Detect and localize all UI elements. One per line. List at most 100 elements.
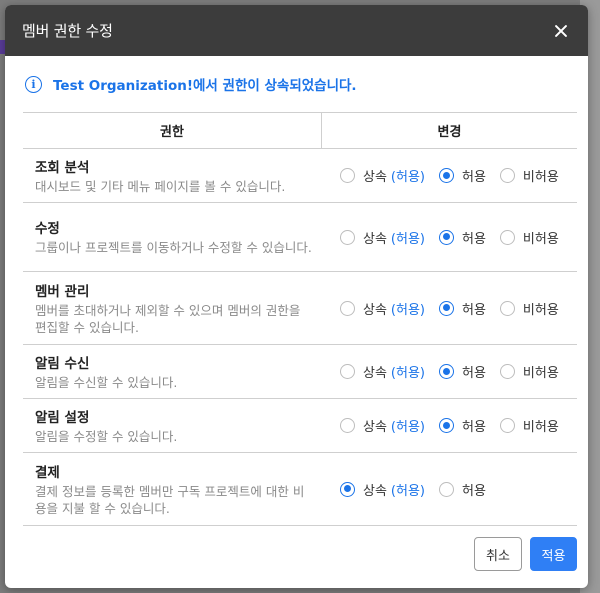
permission-options: 상속 (허용) 허용 비허용: [322, 166, 577, 185]
inherit-value: (허용): [390, 420, 425, 435]
inherit-value: (허용): [390, 483, 425, 499]
dialog-header: 멤버 권한 수정: [5, 5, 588, 56]
option-allow[interactable]: 허용: [439, 362, 486, 381]
inherit-label: 상속: [363, 302, 387, 318]
permission-cell: 알림 수신알림을 수신할 수 있습니다.: [23, 347, 322, 397]
table-header: 권한 변경: [23, 113, 577, 149]
inherit-label: 상속: [363, 170, 387, 185]
header-change: 변경: [437, 125, 462, 140]
allow-label: 허용: [462, 231, 486, 247]
option-inherit[interactable]: 상속 (허용): [340, 416, 425, 435]
option-deny[interactable]: 비허용: [499, 228, 559, 247]
radio-deny[interactable]: [499, 168, 515, 183]
radio-deny[interactable]: [499, 418, 515, 433]
permission-options: 상속 (허용) 허용 비허용: [322, 416, 577, 435]
permission-cell: 조회 분석대시보드 및 기타 메뉴 페이지를 볼 수 있습니다.: [23, 151, 322, 201]
option-inherit[interactable]: 상속 (허용): [340, 480, 425, 499]
notice-text: Test Organization!에서 권한이 상속되었습니다.: [53, 78, 357, 94]
permission-title: 멤버 관리: [35, 283, 90, 300]
deny-label: 비허용: [522, 170, 559, 185]
permission-title: 알림 수신: [35, 355, 90, 372]
radio-allow[interactable]: [439, 229, 454, 245]
inherit-label: 상속: [363, 366, 387, 381]
radio-allow[interactable]: [439, 418, 454, 433]
permission-options: 상속 (허용) 허용 비허용: [322, 228, 577, 247]
permission-description: 멤버를 초대하거나 제외할 수 있으며 멤버의 권한을 편집할 수 있습니다.: [35, 302, 301, 335]
deny-label: 비허용: [522, 366, 559, 381]
radio-deny[interactable]: [499, 229, 515, 245]
option-inherit[interactable]: 상속 (허용): [340, 362, 425, 381]
radio-allow[interactable]: [439, 168, 454, 183]
option-allow[interactable]: 허용: [439, 166, 486, 185]
option-inherit[interactable]: 상속 (허용): [340, 228, 425, 247]
option-deny[interactable]: 비허용: [499, 299, 559, 318]
permission-description: 알림을 수신할 수 있습니다.: [35, 374, 178, 390]
permission-cell: 수정그룹이나 프로젝트를 이동하거나 수정할 수 있습니다.: [23, 212, 322, 262]
cancel-button[interactable]: 취소: [474, 537, 522, 571]
apply-button[interactable]: 적용: [530, 537, 577, 571]
permissions-table: 권한 변경 조회 분석 대시보드 및 기타 메뉴 페이지를 볼 수 있습니다. 상속…: [23, 112, 577, 526]
radio-inherit[interactable]: [340, 481, 355, 497]
dialog-title: 멤버 권한 수정: [22, 22, 113, 40]
allow-label: 허용: [462, 170, 486, 185]
close-icon[interactable]: [550, 20, 572, 42]
inherit-value: (허용): [390, 302, 425, 318]
radio-allow[interactable]: [439, 481, 454, 497]
table-body: 조회 분석 대시보드 및 기타 메뉴 페이지를 볼 수 있습니다. 상속 (허용) 허용…: [23, 149, 577, 526]
inherit-value: (허용): [390, 231, 425, 247]
table-row: 조회 분석대시보드 및 기타 메뉴 페이지를 볼 수 있습니다. 상속 (허용) 허용…: [23, 149, 577, 203]
option-inherit[interactable]: 상속 (허용): [340, 299, 425, 318]
radio-deny[interactable]: [499, 364, 515, 379]
inheritance-notice: i Test Organization!에서 권한이 상속되었습니다.: [5, 56, 588, 112]
option-allow[interactable]: 허용: [439, 299, 486, 318]
allow-label: 허용: [462, 302, 486, 318]
option-allow[interactable]: 허용: [439, 416, 486, 435]
table-row: 수정그룹이나 프로젝트를 이동하거나 수정할 수 있습니다. 상속 (허용) 허용 비허…: [23, 203, 577, 272]
table-row: 알림 수신알림을 수신할 수 있습니다. 상속 (허용) 허용 비허용: [23, 345, 577, 399]
dialog-footer: 취소 적용: [474, 537, 577, 571]
permission-title: 수정: [35, 221, 60, 237]
inherit-value: (허용): [390, 170, 425, 185]
deny-label: 비허용: [522, 302, 559, 318]
option-inherit[interactable]: 상속 (허용): [340, 166, 425, 185]
inherit-label: 상속: [363, 483, 387, 499]
radio-inherit[interactable]: [340, 168, 355, 183]
radio-inherit[interactable]: [340, 364, 355, 379]
option-allow[interactable]: 허용: [439, 480, 486, 499]
option-deny[interactable]: 비허용: [499, 416, 559, 435]
table-row: 멤버 관리멤버를 초대하거나 제외할 수 있으며 멤버의 권한을 편집할 수 있…: [23, 272, 577, 345]
radio-inherit[interactable]: [340, 300, 355, 316]
option-deny[interactable]: 비허용: [499, 362, 559, 381]
radio-allow[interactable]: [439, 364, 454, 379]
permission-title: 조회 분석: [35, 159, 90, 176]
allow-label: 허용: [462, 420, 486, 435]
allow-label: 허용: [462, 366, 486, 381]
deny-label: 비허용: [522, 420, 559, 435]
option-allow[interactable]: 허용: [439, 228, 486, 247]
permission-description: 그룹이나 프로젝트를 이동하거나 수정할 수 있습니다.: [35, 240, 312, 255]
table-row: 알림 설정알림을 수정할 수 있습니다. 상속 (허용) 허용 비허용: [23, 399, 577, 453]
radio-inherit[interactable]: [340, 418, 355, 433]
permission-options: 상속 (허용) 허용 비허용: [322, 299, 577, 318]
header-permission: 권한: [23, 113, 322, 148]
permission-cell: 멤버 관리멤버를 초대하거나 제외할 수 있으며 멤버의 권한을 편집할 수 있…: [23, 275, 322, 342]
table-row: 결제결제 정보를 등록한 멤버만 구독 프로젝트에 대한 비용을 지불 할 수 …: [23, 453, 577, 526]
radio-inherit[interactable]: [340, 229, 355, 245]
permission-description: 결제 정보를 등록한 멤버만 구독 프로젝트에 대한 비용을 지불 할 수 있습…: [35, 483, 305, 516]
permission-title: 알림 설정: [35, 409, 90, 426]
inherit-label: 상속: [363, 231, 387, 247]
radio-deny[interactable]: [499, 300, 515, 316]
radio-allow[interactable]: [439, 300, 454, 316]
option-deny[interactable]: 비허용: [499, 166, 559, 185]
permission-cell: 결제결제 정보를 등록한 멤버만 구독 프로젝트에 대한 비용을 지불 할 수 …: [23, 456, 322, 523]
inherit-value: (허용): [390, 366, 425, 381]
permission-options: 상속 (허용) 허용: [322, 480, 577, 499]
edit-member-permissions-dialog: 멤버 권한 수정 i Test Organization!에서 권한이 상속되었…: [5, 5, 588, 588]
allow-label: 허용: [462, 483, 486, 499]
permission-description: 알림을 수정할 수 있습니다.: [35, 428, 178, 444]
info-icon: i: [25, 75, 42, 93]
permission-cell: 알림 설정알림을 수정할 수 있습니다.: [23, 401, 322, 451]
permission-title: 결제: [35, 464, 60, 481]
deny-label: 비허용: [522, 231, 559, 247]
permission-description: 대시보드 및 기타 메뉴 페이지를 볼 수 있습니다.: [35, 178, 286, 194]
